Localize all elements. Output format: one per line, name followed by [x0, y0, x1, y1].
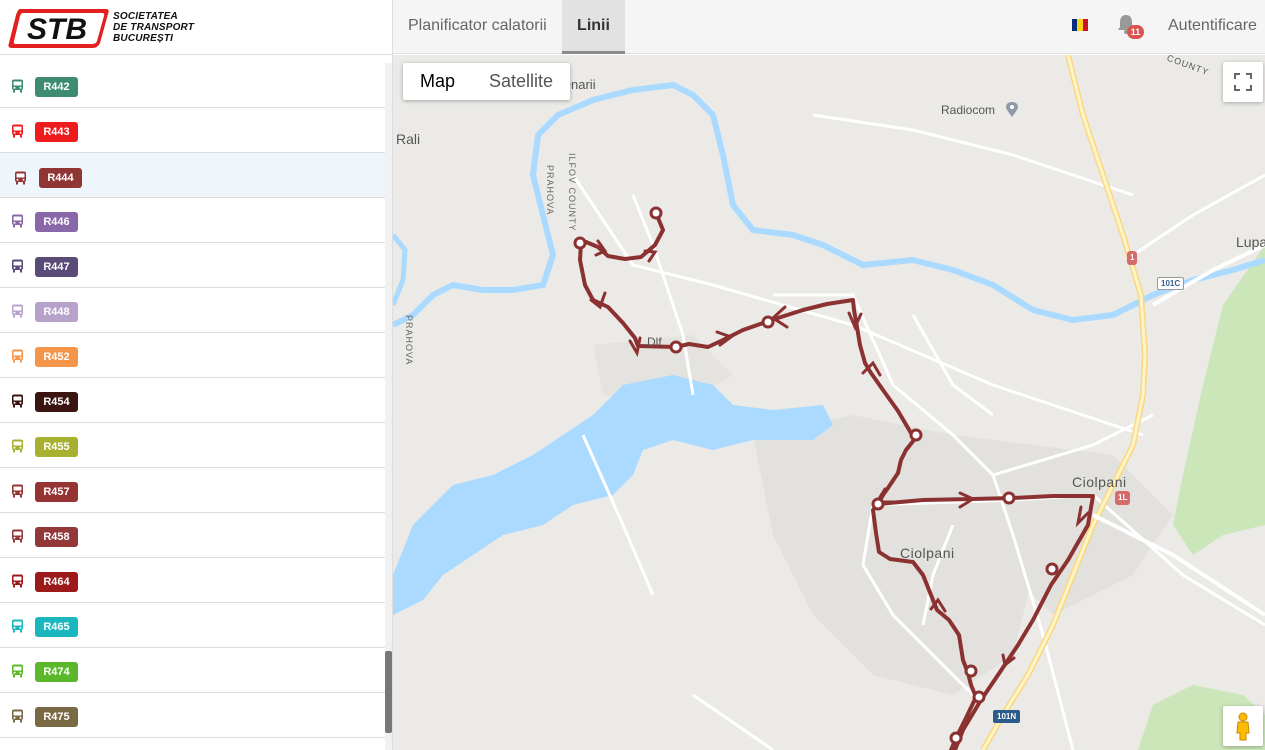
river-west — [393, 233, 408, 306]
route-row-r446[interactable]: R446 — [0, 198, 385, 243]
bus-icon — [12, 574, 23, 588]
top-nav: Planificator calatorii Linii 11 Autentif… — [393, 0, 1265, 54]
flag-stripe-red — [1082, 19, 1088, 31]
map-label-lupa: Lupa — [1236, 234, 1265, 250]
svg-text:STB: STB — [27, 13, 87, 46]
route-badge: R443 — [35, 122, 78, 142]
bus-icon — [12, 349, 23, 363]
route-row-r474[interactable]: R474 — [0, 648, 385, 693]
fullscreen-icon — [1234, 73, 1252, 91]
bus-icon — [12, 664, 23, 678]
route-badge: R458 — [35, 527, 78, 547]
map-label-ciolpani-commune: Ciolpani — [900, 545, 955, 561]
pegman-icon — [1236, 712, 1250, 741]
bus-icon — [12, 259, 23, 273]
route-badge: R455 — [35, 437, 78, 457]
route-badge: R465 — [35, 617, 78, 637]
bus-icon — [12, 619, 23, 633]
route-badge: R454 — [35, 392, 78, 412]
route-row-r464[interactable]: R464 — [0, 558, 385, 603]
bus-icon — [12, 304, 23, 318]
scrollbar-track[interactable] — [385, 63, 392, 750]
tab-lines[interactable]: Linii — [562, 0, 625, 54]
bus-icon — [12, 439, 23, 453]
route-badge: R452 — [35, 347, 78, 367]
map-canvas[interactable] — [393, 55, 1265, 750]
route-row-r444[interactable]: R444 — [0, 153, 385, 198]
route-row-r447[interactable]: R447 — [0, 243, 385, 288]
map-type-control: Map Satellite — [403, 63, 571, 100]
romanian-flag-icon[interactable] — [1072, 19, 1088, 31]
map-label-radiocom: Radiocom — [941, 103, 996, 117]
route-row-r442[interactable]: R442 — [0, 63, 385, 108]
route-badge: R444 — [39, 168, 82, 188]
bus-icon — [12, 214, 23, 228]
route-badge: R474 — [35, 662, 78, 682]
river — [393, 81, 1265, 328]
bus-stop — [972, 690, 986, 704]
route-badge: R442 — [35, 77, 78, 97]
bus-icon — [12, 79, 23, 93]
bus-icon — [15, 171, 26, 185]
route-row-r458[interactable]: R458 — [0, 513, 385, 558]
bus-stop — [573, 236, 587, 250]
bus-stop — [1045, 562, 1059, 576]
sidebar: STB SOCIETATEA DE TRANSPORT BUCUREȘTI R4… — [0, 0, 393, 750]
route-badge: R464 — [35, 572, 78, 592]
stb-logo[interactable]: STB SOCIETATEA DE TRANSPORT BUCUREȘTI — [0, 0, 392, 55]
road-shield-1l: 1L — [1115, 491, 1131, 505]
tab-trip-planner[interactable]: Planificator calatorii — [393, 0, 562, 54]
bus-stop — [1002, 491, 1016, 505]
bus-stop — [871, 497, 885, 511]
bus-icon — [12, 484, 23, 498]
map-label-rali: Rali — [396, 131, 421, 147]
route-badge: R446 — [35, 212, 78, 232]
bus-stop — [669, 340, 683, 354]
route-row-r457[interactable]: R457 — [0, 468, 385, 513]
route-badge: R448 — [35, 302, 78, 322]
radiocom-pin-icon — [1006, 102, 1018, 117]
route-row-r443[interactable]: R443 — [0, 108, 385, 153]
map-label-prahova-north: PRAHOVA — [545, 165, 555, 216]
route-row-r455[interactable]: R455 — [0, 423, 385, 468]
bus-stop — [964, 664, 978, 678]
bus-stop — [949, 731, 963, 745]
road-shield-1: 1 — [1127, 251, 1138, 265]
bus-stop — [909, 428, 923, 442]
route-row-r475[interactable]: R475 — [0, 693, 385, 738]
route-badge: R475 — [35, 707, 78, 727]
route-badge: R457 — [35, 482, 78, 502]
route-badge: R447 — [35, 257, 78, 277]
street-view-pegman-button[interactable] — [1223, 706, 1263, 746]
route-row-r448[interactable]: R448 — [0, 288, 385, 333]
fullscreen-button[interactable] — [1223, 62, 1263, 102]
forest-area — [1173, 245, 1265, 555]
bus-stop — [761, 315, 775, 329]
satellite-view-button[interactable]: Satellite — [472, 63, 570, 100]
map-label-prahova-south: PRAHOVA — [404, 315, 414, 366]
map-label-dlf: Dlf — [647, 335, 662, 349]
company-name: SOCIETATEA DE TRANSPORT BUCUREȘTI — [113, 11, 195, 44]
route-row-r465[interactable]: R465 — [0, 603, 385, 648]
bus-icon — [12, 394, 23, 408]
notification-count-badge: 11 — [1127, 25, 1144, 39]
map-label-ciolpani-town: Ciolpani — [1072, 474, 1127, 490]
map-view-button[interactable]: Map — [403, 63, 472, 100]
stb-logo-mark: STB — [8, 9, 109, 48]
login-link[interactable]: Autentificare — [1168, 0, 1257, 52]
map-label-ilfov-county: ILFOV COUNTY — [567, 153, 577, 232]
bus-icon — [12, 529, 23, 543]
scrollbar-thumb[interactable] — [385, 651, 392, 733]
route-list: R442 R443 R444 R446 R447 R448 R452 R454 R455 R457… — [0, 63, 385, 738]
route-row-r452[interactable]: R452 — [0, 333, 385, 378]
bus-stop — [649, 206, 663, 220]
map-view[interactable]: Bojenarii Rali Radiocom COUNTY ILFOV COU… — [393, 55, 1265, 750]
road-shield-101n: 101N — [993, 710, 1021, 723]
route-row-r454[interactable]: R454 — [0, 378, 385, 423]
bus-icon — [12, 124, 23, 138]
bus-icon — [12, 709, 23, 723]
road-shield-101c: 101C — [1157, 277, 1185, 290]
